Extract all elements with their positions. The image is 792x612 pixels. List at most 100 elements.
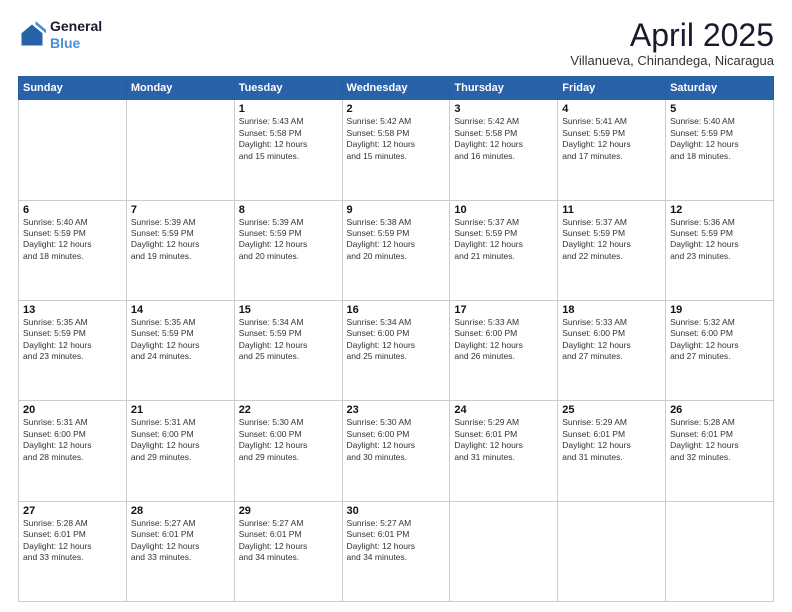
day-number: 14 xyxy=(131,304,230,316)
day-info: Sunrise: 5:31 AM Sunset: 6:00 PM Dayligh… xyxy=(131,417,230,463)
day-info: Sunrise: 5:33 AM Sunset: 6:00 PM Dayligh… xyxy=(454,317,553,363)
calendar-week-row: 27Sunrise: 5:28 AM Sunset: 6:01 PM Dayli… xyxy=(19,501,774,601)
calendar-cell: 2Sunrise: 5:42 AM Sunset: 5:58 PM Daylig… xyxy=(342,100,450,200)
header: General Blue April 2025 Villanueva, Chin… xyxy=(18,18,774,68)
calendar-cell: 30Sunrise: 5:27 AM Sunset: 6:01 PM Dayli… xyxy=(342,501,450,601)
day-info: Sunrise: 5:37 AM Sunset: 5:59 PM Dayligh… xyxy=(562,217,661,263)
calendar-cell xyxy=(666,501,774,601)
day-info: Sunrise: 5:30 AM Sunset: 6:00 PM Dayligh… xyxy=(347,417,446,463)
calendar-cell: 19Sunrise: 5:32 AM Sunset: 6:00 PM Dayli… xyxy=(666,300,774,400)
subtitle: Villanueva, Chinandega, Nicaragua xyxy=(570,53,774,68)
day-info: Sunrise: 5:28 AM Sunset: 6:01 PM Dayligh… xyxy=(670,417,769,463)
calendar-cell: 29Sunrise: 5:27 AM Sunset: 6:01 PM Dayli… xyxy=(234,501,342,601)
calendar-cell: 28Sunrise: 5:27 AM Sunset: 6:01 PM Dayli… xyxy=(126,501,234,601)
calendar-cell: 21Sunrise: 5:31 AM Sunset: 6:00 PM Dayli… xyxy=(126,401,234,501)
day-info: Sunrise: 5:28 AM Sunset: 6:01 PM Dayligh… xyxy=(23,518,122,564)
day-number: 15 xyxy=(239,304,338,316)
day-info: Sunrise: 5:34 AM Sunset: 6:00 PM Dayligh… xyxy=(347,317,446,363)
calendar-cell: 20Sunrise: 5:31 AM Sunset: 6:00 PM Dayli… xyxy=(19,401,127,501)
day-number: 26 xyxy=(670,404,769,416)
day-info: Sunrise: 5:35 AM Sunset: 5:59 PM Dayligh… xyxy=(23,317,122,363)
day-number: 20 xyxy=(23,404,122,416)
day-number: 4 xyxy=(562,103,661,115)
calendar-cell: 11Sunrise: 5:37 AM Sunset: 5:59 PM Dayli… xyxy=(558,200,666,300)
day-info: Sunrise: 5:42 AM Sunset: 5:58 PM Dayligh… xyxy=(347,116,446,162)
day-number: 18 xyxy=(562,304,661,316)
day-number: 7 xyxy=(131,204,230,216)
day-number: 11 xyxy=(562,204,661,216)
day-number: 3 xyxy=(454,103,553,115)
day-number: 30 xyxy=(347,505,446,517)
day-number: 5 xyxy=(670,103,769,115)
page: General Blue April 2025 Villanueva, Chin… xyxy=(0,0,792,612)
day-info: Sunrise: 5:41 AM Sunset: 5:59 PM Dayligh… xyxy=(562,116,661,162)
calendar-week-row: 13Sunrise: 5:35 AM Sunset: 5:59 PM Dayli… xyxy=(19,300,774,400)
calendar-cell: 18Sunrise: 5:33 AM Sunset: 6:00 PM Dayli… xyxy=(558,300,666,400)
day-number: 1 xyxy=(239,103,338,115)
day-number: 9 xyxy=(347,204,446,216)
calendar-cell: 23Sunrise: 5:30 AM Sunset: 6:00 PM Dayli… xyxy=(342,401,450,501)
title-block: April 2025 Villanueva, Chinandega, Nicar… xyxy=(570,18,774,68)
calendar-cell: 17Sunrise: 5:33 AM Sunset: 6:00 PM Dayli… xyxy=(450,300,558,400)
day-info: Sunrise: 5:37 AM Sunset: 5:59 PM Dayligh… xyxy=(454,217,553,263)
calendar-cell xyxy=(19,100,127,200)
day-info: Sunrise: 5:35 AM Sunset: 5:59 PM Dayligh… xyxy=(131,317,230,363)
day-info: Sunrise: 5:27 AM Sunset: 6:01 PM Dayligh… xyxy=(347,518,446,564)
day-number: 16 xyxy=(347,304,446,316)
day-info: Sunrise: 5:39 AM Sunset: 5:59 PM Dayligh… xyxy=(131,217,230,263)
calendar-week-row: 6Sunrise: 5:40 AM Sunset: 5:59 PM Daylig… xyxy=(19,200,774,300)
calendar-table: Sunday Monday Tuesday Wednesday Thursday… xyxy=(18,76,774,602)
day-info: Sunrise: 5:27 AM Sunset: 6:01 PM Dayligh… xyxy=(239,518,338,564)
day-number: 19 xyxy=(670,304,769,316)
calendar-cell: 5Sunrise: 5:40 AM Sunset: 5:59 PM Daylig… xyxy=(666,100,774,200)
calendar-cell: 3Sunrise: 5:42 AM Sunset: 5:58 PM Daylig… xyxy=(450,100,558,200)
day-info: Sunrise: 5:36 AM Sunset: 5:59 PM Dayligh… xyxy=(670,217,769,263)
calendar-cell: 10Sunrise: 5:37 AM Sunset: 5:59 PM Dayli… xyxy=(450,200,558,300)
day-info: Sunrise: 5:30 AM Sunset: 6:00 PM Dayligh… xyxy=(239,417,338,463)
day-info: Sunrise: 5:38 AM Sunset: 5:59 PM Dayligh… xyxy=(347,217,446,263)
calendar-week-row: 20Sunrise: 5:31 AM Sunset: 6:00 PM Dayli… xyxy=(19,401,774,501)
day-number: 25 xyxy=(562,404,661,416)
col-friday: Friday xyxy=(558,77,666,100)
calendar-cell: 1Sunrise: 5:43 AM Sunset: 5:58 PM Daylig… xyxy=(234,100,342,200)
day-info: Sunrise: 5:40 AM Sunset: 5:59 PM Dayligh… xyxy=(23,217,122,263)
col-tuesday: Tuesday xyxy=(234,77,342,100)
calendar-cell xyxy=(558,501,666,601)
day-number: 6 xyxy=(23,204,122,216)
day-number: 29 xyxy=(239,505,338,517)
day-info: Sunrise: 5:39 AM Sunset: 5:59 PM Dayligh… xyxy=(239,217,338,263)
day-number: 2 xyxy=(347,103,446,115)
calendar-cell: 4Sunrise: 5:41 AM Sunset: 5:59 PM Daylig… xyxy=(558,100,666,200)
col-sunday: Sunday xyxy=(19,77,127,100)
day-info: Sunrise: 5:27 AM Sunset: 6:01 PM Dayligh… xyxy=(131,518,230,564)
calendar-cell xyxy=(450,501,558,601)
day-info: Sunrise: 5:42 AM Sunset: 5:58 PM Dayligh… xyxy=(454,116,553,162)
day-info: Sunrise: 5:33 AM Sunset: 6:00 PM Dayligh… xyxy=(562,317,661,363)
day-number: 8 xyxy=(239,204,338,216)
day-number: 24 xyxy=(454,404,553,416)
day-info: Sunrise: 5:43 AM Sunset: 5:58 PM Dayligh… xyxy=(239,116,338,162)
calendar-cell: 13Sunrise: 5:35 AM Sunset: 5:59 PM Dayli… xyxy=(19,300,127,400)
col-thursday: Thursday xyxy=(450,77,558,100)
day-info: Sunrise: 5:29 AM Sunset: 6:01 PM Dayligh… xyxy=(562,417,661,463)
col-monday: Monday xyxy=(126,77,234,100)
calendar-cell: 25Sunrise: 5:29 AM Sunset: 6:01 PM Dayli… xyxy=(558,401,666,501)
day-number: 22 xyxy=(239,404,338,416)
calendar-cell: 9Sunrise: 5:38 AM Sunset: 5:59 PM Daylig… xyxy=(342,200,450,300)
logo: General Blue xyxy=(18,18,102,52)
day-number: 17 xyxy=(454,304,553,316)
calendar-cell: 14Sunrise: 5:35 AM Sunset: 5:59 PM Dayli… xyxy=(126,300,234,400)
calendar-cell: 12Sunrise: 5:36 AM Sunset: 5:59 PM Dayli… xyxy=(666,200,774,300)
day-info: Sunrise: 5:31 AM Sunset: 6:00 PM Dayligh… xyxy=(23,417,122,463)
calendar-week-row: 1Sunrise: 5:43 AM Sunset: 5:58 PM Daylig… xyxy=(19,100,774,200)
main-title: April 2025 xyxy=(570,18,774,53)
day-number: 10 xyxy=(454,204,553,216)
calendar-cell: 22Sunrise: 5:30 AM Sunset: 6:00 PM Dayli… xyxy=(234,401,342,501)
logo-icon xyxy=(18,21,46,49)
day-info: Sunrise: 5:40 AM Sunset: 5:59 PM Dayligh… xyxy=(670,116,769,162)
day-info: Sunrise: 5:32 AM Sunset: 6:00 PM Dayligh… xyxy=(670,317,769,363)
day-info: Sunrise: 5:34 AM Sunset: 5:59 PM Dayligh… xyxy=(239,317,338,363)
col-saturday: Saturday xyxy=(666,77,774,100)
calendar-cell: 7Sunrise: 5:39 AM Sunset: 5:59 PM Daylig… xyxy=(126,200,234,300)
calendar-cell: 27Sunrise: 5:28 AM Sunset: 6:01 PM Dayli… xyxy=(19,501,127,601)
